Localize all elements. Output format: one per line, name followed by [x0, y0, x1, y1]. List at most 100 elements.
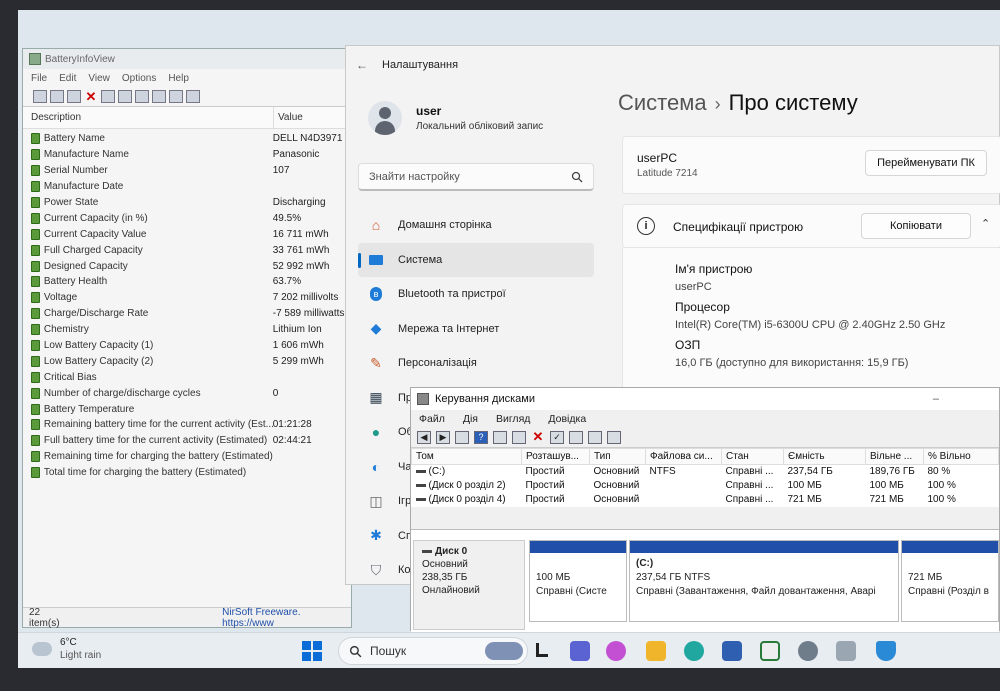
- nirsoft-link[interactable]: NirSoft Freeware. https://www: [222, 607, 351, 629]
- close-red-x-icon[interactable]: ✕: [84, 90, 98, 103]
- menu-help[interactable]: Довідка: [548, 413, 586, 425]
- nav-network[interactable]: ◆ Мережа та Інтернет: [358, 312, 594, 347]
- battery-row[interactable]: Manufacture Date: [23, 179, 351, 195]
- battery-row[interactable]: Remaining time for charging the battery …: [23, 449, 351, 465]
- nav-home[interactable]: ⌂ Домашня сторінка: [358, 208, 594, 243]
- battery-row[interactable]: Full Charged Capacity 33 761 mWh: [23, 242, 351, 258]
- exit-icon[interactable]: [186, 90, 200, 103]
- copy-selected-icon[interactable]: [135, 90, 149, 103]
- edge-icon[interactable]: [684, 641, 704, 661]
- battery-row[interactable]: Battery Health 63.7%: [23, 274, 351, 290]
- battery-row[interactable]: Designed Capacity 52 992 mWh: [23, 258, 351, 274]
- html-report-icon[interactable]: [152, 90, 166, 103]
- breadcrumb-parent[interactable]: Система: [618, 90, 707, 115]
- battery-row[interactable]: Low Battery Capacity (1) 1 606 mWh: [23, 338, 351, 354]
- find-icon[interactable]: [169, 90, 183, 103]
- column-description[interactable]: Description: [23, 112, 273, 123]
- volume-row[interactable]: (Диск 0 розділ 4) Простий Основний Справні …: [412, 493, 999, 507]
- search-folder-icon[interactable]: [588, 431, 602, 444]
- settings-gear-icon[interactable]: [798, 641, 818, 661]
- console-icon[interactable]: [455, 431, 469, 444]
- battery-row[interactable]: Manufacture Name Panasonic: [23, 147, 351, 163]
- battery-row[interactable]: Critical Bias: [23, 369, 351, 385]
- battery-row[interactable]: Current Capacity Value 16 711 mWh: [23, 226, 351, 242]
- help-icon[interactable]: ?: [474, 431, 488, 444]
- disk-0-info[interactable]: Диск 0 Основний 238,35 ГБ Онлайновий: [413, 540, 525, 630]
- copilot-icon[interactable]: [606, 641, 626, 661]
- copy-button[interactable]: Копіювати: [861, 213, 971, 239]
- column-volume[interactable]: Том: [411, 448, 522, 465]
- battery-row[interactable]: Voltage 7 202 millivolts: [23, 290, 351, 306]
- check-icon[interactable]: ✓: [550, 431, 564, 444]
- nav-system[interactable]: Система: [358, 242, 594, 277]
- disk-title-bar[interactable]: Керування дисками –: [411, 388, 999, 410]
- teams-icon[interactable]: [570, 641, 590, 661]
- forward-icon[interactable]: ▶: [436, 431, 450, 444]
- column-free[interactable]: Вільне ...: [865, 448, 924, 465]
- battery-row[interactable]: Battery Temperature: [23, 401, 351, 417]
- settings-search-input[interactable]: Знайти настройку: [358, 163, 594, 191]
- column-layout[interactable]: Розташув...: [521, 448, 590, 465]
- menu-view[interactable]: View: [88, 73, 110, 84]
- connect-icon[interactable]: [512, 431, 526, 444]
- widgets-icon[interactable]: [536, 643, 548, 657]
- battery-row[interactable]: Number of charge/discharge cycles 0: [23, 385, 351, 401]
- battery-row[interactable]: Battery Name DELL N4D3971: [23, 131, 351, 147]
- refresh-icon[interactable]: [118, 90, 132, 103]
- column-capacity[interactable]: Ємність: [783, 448, 866, 465]
- battery-row[interactable]: Power State Discharging: [23, 195, 351, 211]
- volume-row[interactable]: (C:) Простий Основний NTFS Справні ... 237,54…: [412, 465, 999, 479]
- menu-options[interactable]: Options: [122, 73, 156, 84]
- battery-row[interactable]: Low Battery Capacity (2) 5 299 mWh: [23, 353, 351, 369]
- partition-c[interactable]: (C:) 237,54 ГБ NTFS Справні (Завантаженн…: [629, 540, 899, 622]
- column-type[interactable]: Тип: [589, 448, 646, 465]
- column-percent-free[interactable]: % Вільно: [923, 448, 999, 465]
- menu-action[interactable]: Дія: [463, 413, 478, 425]
- volume-row[interactable]: (Диск 0 розділ 2) Простий Основний Справні …: [412, 479, 999, 493]
- menu-file[interactable]: File: [31, 73, 47, 84]
- battery-title-bar[interactable]: BatteryInfoView: [23, 49, 351, 69]
- battery-row[interactable]: Charge/Discharge Rate -7 589 milliwatts: [23, 306, 351, 322]
- battery-icon[interactable]: [67, 90, 81, 103]
- properties-icon[interactable]: [607, 431, 621, 444]
- nav-personalization[interactable]: ✎ Персоналізація: [358, 346, 594, 381]
- battery-info-app-icon[interactable]: [760, 641, 780, 661]
- menu-help[interactable]: Help: [168, 73, 189, 84]
- taskbar-search[interactable]: Пошук: [338, 637, 528, 665]
- device-specs-card[interactable]: i Специфікації пристрою Копіювати ⌃: [622, 204, 1000, 248]
- battery-row[interactable]: Remaining battery time for the current a…: [23, 417, 351, 433]
- battery-row[interactable]: Serial Number 107: [23, 163, 351, 179]
- column-value[interactable]: Value: [273, 107, 303, 128]
- disk-management-window[interactable]: Керування дисками – Файл Дія Вигляд Дові…: [410, 387, 1000, 632]
- folder-icon[interactable]: [569, 431, 583, 444]
- copy-icon[interactable]: [50, 90, 64, 103]
- store-icon[interactable]: [722, 641, 742, 661]
- user-profile[interactable]: user Локальний обліковий запис: [368, 101, 543, 135]
- menu-file[interactable]: Файл: [419, 413, 445, 425]
- column-status[interactable]: Стан: [721, 448, 784, 465]
- delete-icon[interactable]: ✕: [531, 430, 545, 444]
- battery-row[interactable]: Total time for charging the battery (Est…: [23, 465, 351, 481]
- battery-row[interactable]: Current Capacity (in %) 49.5%: [23, 210, 351, 226]
- minimize-button[interactable]: –: [933, 393, 939, 405]
- defender-shield-icon[interactable]: [876, 641, 896, 661]
- back-icon[interactable]: ◀: [417, 431, 431, 444]
- column-filesystem[interactable]: Файлова си...: [645, 448, 722, 465]
- menu-edit[interactable]: Edit: [59, 73, 76, 84]
- partition-system[interactable]: 100 МБ Справні (Систе: [529, 540, 627, 622]
- battery-info-window[interactable]: BatteryInfoView File Edit View Options H…: [22, 48, 352, 629]
- partition-recovery[interactable]: 721 МБ Справні (Розділ в: [901, 540, 999, 622]
- file-explorer-icon[interactable]: [646, 641, 666, 661]
- rename-pc-button[interactable]: Перейменувати ПК: [865, 150, 987, 176]
- back-arrow-icon[interactable]: ←: [356, 58, 368, 72]
- disk-management-icon[interactable]: [836, 641, 856, 661]
- properties-icon[interactable]: [33, 90, 47, 103]
- battery-row[interactable]: Full battery time for the current activi…: [23, 433, 351, 449]
- list-icon[interactable]: [493, 431, 507, 444]
- weather-widget[interactable]: 6°C Light rain: [32, 636, 101, 662]
- save-icon[interactable]: [101, 90, 115, 103]
- nav-bluetooth[interactable]: ʙ Bluetooth та пристрої: [358, 277, 594, 312]
- windows-start-icon[interactable]: [302, 641, 322, 661]
- chevron-up-icon[interactable]: ⌃: [981, 217, 990, 230]
- battery-row[interactable]: Chemistry Lithium Ion: [23, 322, 351, 338]
